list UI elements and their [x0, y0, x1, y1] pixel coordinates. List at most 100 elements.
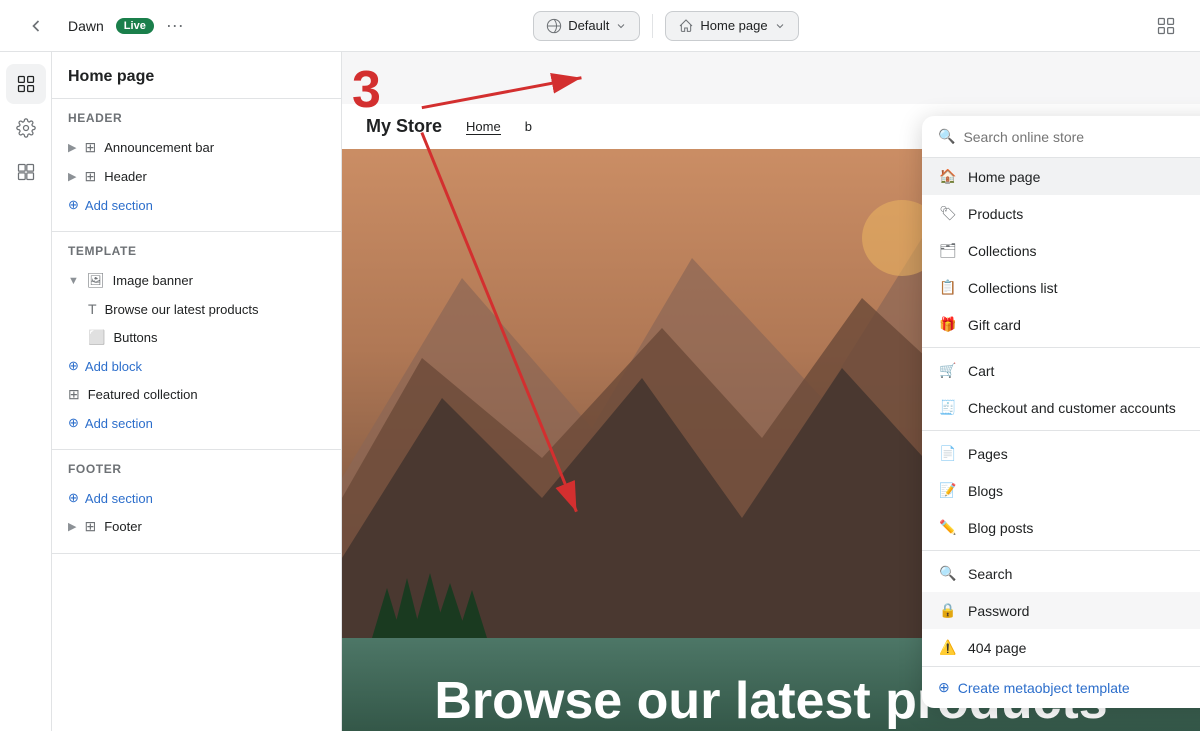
browse-latest-label: Browse our latest products	[105, 302, 259, 317]
search-icon: 🔍	[938, 565, 958, 582]
announcement-bar-item[interactable]: ▶ ⊞ Announcement bar	[52, 133, 341, 162]
customize-icon-button[interactable]	[1148, 8, 1184, 44]
error-icon: ⚠️	[938, 639, 958, 656]
header-label: Header	[104, 169, 147, 184]
featured-collection-item[interactable]: ⊞ Featured collection	[52, 380, 341, 409]
add-section-footer-button[interactable]: ⊕ Add section	[52, 484, 341, 512]
404-dropdown-item[interactable]: ⚠️ 404 page	[922, 629, 1200, 666]
topbar-divider	[652, 14, 653, 38]
template-section-group: Template ▼ 🖼 Image banner T Browse our l…	[52, 232, 341, 450]
blogpost-icon: ✏️	[938, 519, 958, 536]
store-nav-b: b	[525, 119, 532, 134]
footer-label: Footer	[104, 519, 142, 534]
search-item-label: Search	[968, 566, 1012, 582]
tag-icon: 🏷	[938, 205, 958, 222]
dropdown-divider-2	[922, 430, 1200, 431]
products-item-label: Products	[968, 206, 1023, 222]
topbar-left: Dawn Live ···	[16, 6, 184, 46]
sidebar-item-settings[interactable]	[6, 108, 46, 148]
grid-icon: ⊞	[84, 168, 96, 185]
more-options-button[interactable]: ···	[166, 15, 184, 36]
topbar-center: Default Home page	[533, 11, 798, 41]
theme-name: Dawn	[68, 18, 104, 34]
image-banner-item[interactable]: ▼ 🖼 Image banner	[52, 266, 341, 295]
add-block-button[interactable]: ⊕ Add block	[52, 352, 341, 380]
add-section-footer-label: Add section	[85, 491, 153, 506]
topbar-right	[1148, 8, 1184, 44]
panel-title: Home page	[52, 52, 341, 99]
store-nav-home: Home	[466, 119, 501, 135]
blog-posts-item-label: Blog posts	[968, 520, 1033, 536]
home-page-dropdown-item[interactable]: 🏠 Home page	[922, 158, 1200, 195]
header-item[interactable]: ▶ ⊞ Header	[52, 162, 341, 191]
home-page-selector[interactable]: Home page	[665, 11, 798, 41]
collections-list-dropdown-item[interactable]: 📋 Collections list	[922, 269, 1200, 306]
dropdown-divider-3	[922, 550, 1200, 551]
add-section-header-label: Add section	[85, 198, 153, 213]
plus-circle-icon: ⊕	[68, 197, 79, 213]
checkout-item-label: Checkout and customer accounts	[968, 400, 1176, 416]
home-page-item-label: Home page	[968, 169, 1040, 185]
back-button[interactable]	[16, 6, 56, 46]
add-section-header-button[interactable]: ⊕ Add section	[52, 191, 341, 219]
search-dropdown-item[interactable]: 🔍 Search	[922, 555, 1200, 592]
collections-dropdown-item[interactable]: 🗂 Collections ›	[922, 232, 1200, 269]
header-section-group: Header ▶ ⊞ Announcement bar ▶ ⊞ Header ⊕…	[52, 99, 341, 232]
password-item-label: Password	[968, 603, 1029, 619]
canvas: Browse our latest products My Store Home…	[342, 52, 1200, 731]
page-selector-dropdown: 🔍 🏠 Home page 🏷 Products › 🗂 Co	[922, 116, 1200, 708]
cart-item-label: Cart	[968, 363, 994, 379]
plus-circle-icon: ⊕	[938, 679, 950, 696]
default-selector[interactable]: Default	[533, 11, 640, 41]
blog-icon: 📝	[938, 482, 958, 499]
footer-section-label: Footer	[52, 462, 341, 484]
dropdown-search-bar[interactable]: 🔍	[922, 116, 1200, 158]
lock-icon: 🔒	[938, 602, 958, 619]
home-page-label: Home page	[700, 18, 767, 33]
pages-dropdown-item[interactable]: 📄 Pages ›	[922, 435, 1200, 472]
home-icon: 🏠	[938, 168, 958, 185]
grid-icon: ⊞	[84, 139, 96, 156]
chevron-right-icon: ▶	[68, 520, 76, 533]
announcement-bar-label: Announcement bar	[104, 140, 214, 155]
products-dropdown-item[interactable]: 🏷 Products ›	[922, 195, 1200, 232]
default-label: Default	[568, 18, 609, 33]
checkout-dropdown-item[interactable]: 🧾 Checkout and customer accounts	[922, 389, 1200, 426]
grid-icon: ⊞	[68, 386, 80, 403]
gift-card-item-label: Gift card	[968, 317, 1021, 333]
template-section-label: Template	[52, 244, 341, 266]
gift-icon: 🎁	[938, 316, 958, 333]
browse-latest-item[interactable]: T Browse our latest products	[52, 295, 341, 323]
sidebar-item-sections[interactable]	[6, 64, 46, 104]
header-section-label: Header	[52, 111, 341, 133]
search-online-store-input[interactable]	[963, 129, 1200, 145]
chevron-right-icon: ▶	[68, 141, 76, 154]
gift-card-dropdown-item[interactable]: 🎁 Gift card	[922, 306, 1200, 343]
add-section-template-button[interactable]: ⊕ Add section	[52, 409, 341, 437]
create-metaobject-label: Create metaobject template	[958, 680, 1130, 696]
collections-list-item-label: Collections list	[968, 280, 1057, 296]
cursor-icon: ⬜	[88, 329, 105, 346]
plus-circle-icon: ⊕	[68, 358, 79, 374]
create-metaobject-button[interactable]: ⊕ Create metaobject template	[922, 666, 1200, 708]
password-dropdown-item[interactable]: 🔒 Password	[922, 592, 1200, 629]
sidebar-item-apps[interactable]	[6, 152, 46, 192]
text-icon: T	[88, 301, 97, 317]
left-panel: Home page Header ▶ ⊞ Announcement bar ▶ …	[52, 52, 342, 731]
search-icon: 🔍	[938, 128, 955, 145]
grid-icon: ⊞	[84, 518, 96, 535]
blogs-item-label: Blogs	[968, 483, 1003, 499]
buttons-item[interactable]: ⬜ Buttons	[52, 323, 341, 352]
image-icon: 🖼	[87, 272, 105, 289]
image-banner-label: Image banner	[113, 273, 193, 288]
featured-collection-label: Featured collection	[88, 387, 198, 402]
blogs-dropdown-item[interactable]: 📝 Blogs ›	[922, 472, 1200, 509]
plus-circle-icon: ⊕	[68, 490, 79, 506]
blog-posts-dropdown-item[interactable]: ✏️ Blog posts ›	[922, 509, 1200, 546]
add-block-label: Add block	[85, 359, 142, 374]
icon-sidebar	[0, 52, 52, 731]
cart-dropdown-item[interactable]: 🛒 Cart	[922, 352, 1200, 389]
footer-item[interactable]: ▶ ⊞ Footer	[52, 512, 341, 541]
footer-section-group: Footer ⊕ Add section ▶ ⊞ Footer	[52, 450, 341, 554]
buttons-label: Buttons	[113, 330, 157, 345]
